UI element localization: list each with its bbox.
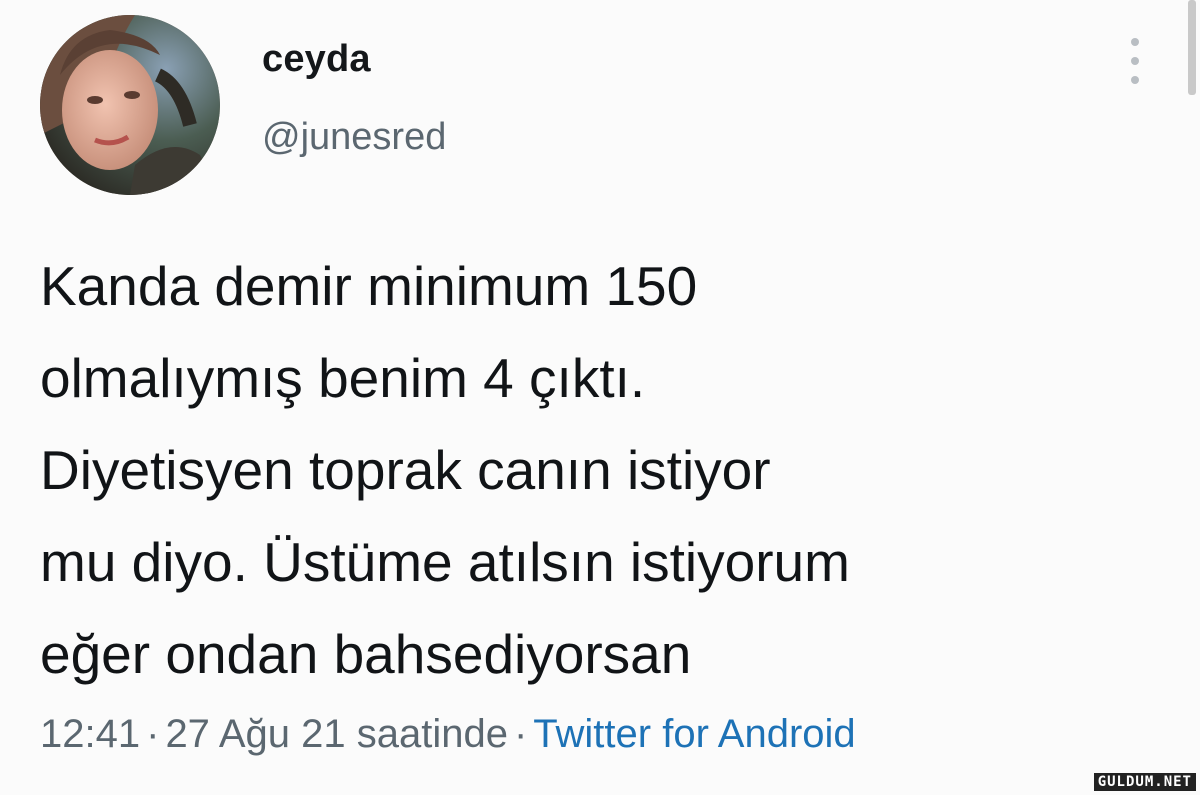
tweet-line: Kanda demir minimum 150	[40, 255, 698, 317]
tweet-card: ceyda @junesred Kanda demir minimum 150 …	[0, 0, 1200, 795]
tweet-source-link[interactable]: Twitter for Android	[533, 712, 855, 756]
tweet-metadata: 12:41 · 27 Ağu 21 saatinde · Twitter for And…	[40, 712, 856, 757]
avatar[interactable]	[40, 15, 220, 195]
dot	[1131, 57, 1139, 65]
separator: ·	[513, 712, 528, 756]
profile-photo-icon	[40, 15, 220, 195]
tweet-date[interactable]: 27 Ağu 21 saatinde	[165, 712, 508, 756]
dot	[1131, 76, 1139, 84]
tweet-time[interactable]: 12:41	[40, 712, 140, 756]
tweet-line: mu diyo. Üstüme atılsın istiyorum	[40, 531, 850, 593]
tweet-text: Kanda demir minimum 150 olmalıymış benim…	[40, 240, 1160, 700]
dot	[1131, 38, 1139, 46]
user-handle[interactable]: @junesred	[262, 116, 446, 159]
tweet-line: olmalıymış benim 4 çıktı.	[40, 347, 646, 409]
more-vertical-icon[interactable]	[1125, 38, 1145, 84]
tweet-line: Diyetisyen toprak canın istiyor	[40, 439, 771, 501]
tweet-line: eğer ondan bahsediyorsan	[40, 623, 692, 685]
scrollbar[interactable]	[1188, 0, 1196, 95]
watermark: GULDUM.NET	[1093, 773, 1196, 791]
separator: ·	[146, 712, 160, 756]
display-name[interactable]: ceyda	[262, 38, 371, 81]
